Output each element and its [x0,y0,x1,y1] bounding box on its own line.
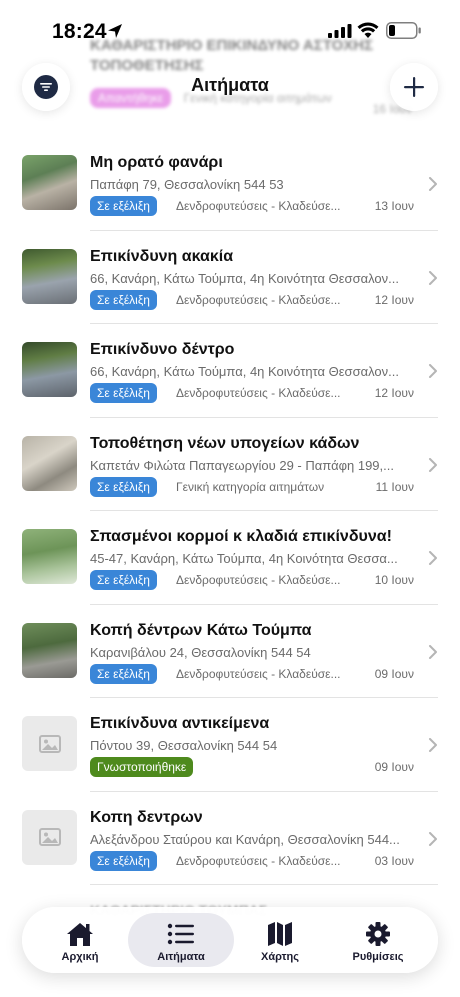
battery-icon [386,22,421,39]
request-row[interactable]: Τοποθέτηση νέων υπογείων κάδων Καπετάν Φι… [0,418,460,512]
image-placeholder-icon [22,809,77,865]
home-icon [67,923,93,946]
chevron-right-icon [429,551,437,565]
request-category: Δενδροφυτεύσεις - Κλαδεύσε... [176,573,341,587]
request-title: Επικίνδυνο δέντρο [90,341,235,358]
request-row[interactable]: Κοπή δέντρων Κάτω Τούμπα Καρανιβάλου 24, … [0,605,460,699]
status-badge: Σε εξέλιξη [90,289,157,310]
gear-icon [366,922,390,946]
list-icon [167,923,194,945]
request-date: 09 Ιουν [374,666,414,681]
request-date: 03 Ιουν [374,853,414,868]
tab-requests[interactable]: Αιτήματα [128,913,234,967]
request-thumbnail [22,622,77,678]
chevron-right-icon [429,177,437,191]
request-date: 11 Ιουν [375,479,414,494]
request-row[interactable]: Επικίνδυνη ακακία 66, Κανάρη, Κάτω Τούμπα… [0,231,460,325]
status-badge: Σε εξέλιξη [90,850,157,871]
request-address: Παπάφη 79, Θεσσαλονίκη 544 53 [90,177,284,192]
request-thumbnail [22,435,77,491]
request-category: Γενική κατηγορία αιτημάτων [176,479,325,494]
chevron-right-icon [429,364,437,378]
tab-settings[interactable]: Ρυθμίσεις [328,913,428,967]
chevron-right-icon [429,457,437,472]
request-category: Δενδροφυτεύσεις - Κλαδεύσε... [176,853,341,868]
request-row[interactable]: Επικίνδυνο δέντρο 66, Κανάρη, Κάτω Τούμπα… [0,324,460,418]
request-title: Κοπή δέντρων Κάτω Τούμπα [90,621,312,639]
request-address: Καρανιβάλου 24, Θεσσαλονίκη 544 54 [90,644,311,660]
location-arrow-icon [108,24,122,38]
request-address: 45-47, Κανάρη, Κάτω Τούμπα, 4η Κοινότητα… [90,551,398,566]
chevron-right-icon [429,644,437,659]
request-thumbnail [22,342,77,397]
request-date: 09 Ιουν [374,760,414,774]
request-date: 10 Ιουν [374,573,414,587]
request-row[interactable]: Μη ορατό φανάρι Παπάφη 79, Θεσσαλονίκη 54… [0,137,460,231]
tab-requests-label: Αιτήματα [157,951,205,963]
chevron-right-icon [429,831,437,846]
status-badge: Σε εξέλιξη [90,196,157,216]
top-bar: Αιτήματα [0,60,460,116]
request-date: 12 Ιουν [374,292,414,307]
request-row[interactable]: Σπασμένοι κορμοί κ κλαδιά επικίνδυνα! 45-… [0,511,460,605]
requests-list: Μη ορατό φανάρι Παπάφη 79, Θεσσαλονίκη 54… [0,137,460,885]
request-address: Πόντου 39, Θεσσαλονίκη 544 54 [90,738,278,753]
tab-settings-label: Ρυθμίσεις [352,951,404,963]
request-date: 12 Ιουν [374,386,414,400]
request-thumbnail [22,529,77,584]
tab-map-label: Χάρτης [261,951,299,963]
request-title: Σπασμένοι κορμοί κ κλαδιά επικίνδυνα! [90,528,392,545]
request-category: Δενδροφυτεύσεις - Κλαδεύσε... [176,666,341,681]
tab-map[interactable]: Χάρτης [230,913,330,967]
status-badge: Σε εξέλιξη [90,383,157,403]
request-thumbnail [22,248,77,304]
status-time: 18:24 [52,20,107,43]
tab-home-label: Αρχική [61,951,99,963]
add-request-button[interactable] [390,63,438,111]
request-row[interactable]: Κοπη δεντρων Αλεξάνδρου Σταύρου και Κανάρ… [0,792,460,886]
request-title: Επικίνδυνη ακακία [90,247,234,265]
chevron-right-icon [429,270,437,285]
request-date: 13 Ιουν [374,199,414,213]
status-badge: Γνωστοποιήθηκε [90,757,194,777]
chevron-right-icon [429,738,437,752]
request-title: Επικίνδυνα αντικείμενα [90,715,270,732]
status-badge: Σε εξέλιξη [90,663,157,684]
tab-home[interactable]: Αρχική [30,913,130,967]
plus-icon [404,77,424,97]
cellular-signal-icon [328,24,352,38]
request-address: Αλεξάνδρου Σταύρου και Κανάρη, Θεσσαλονί… [90,831,400,847]
request-address: 66, Κανάρη, Κάτω Τούμπα, 4η Κοινότητα Θε… [90,364,399,379]
image-placeholder-icon [22,716,77,771]
map-icon [268,922,292,946]
request-title: Τοποθέτηση νέων υπογείων κάδων [90,434,360,452]
request-address: Καπετάν Φιλώτα Παπαγεωργίου 29 - Παπάφη … [90,457,394,473]
request-address: 66, Κανάρη, Κάτω Τούμπα, 4η Κοινότητα Θε… [90,270,399,286]
request-category: Δενδροφυτεύσεις - Κλαδεύσε... [176,199,341,213]
status-badge: Σε εξέλιξη [90,476,157,497]
request-title: Κοπη δεντρων [90,808,203,826]
request-title: Μη ορατό φανάρι [90,154,223,171]
request-category: Δενδροφυτεύσεις - Κλαδεύσε... [176,386,341,400]
status-bar: 18:24 [0,0,460,60]
bottom-tab-bar: Αρχική Αιτήματα Χάρτης Ρυθμίσεις [22,907,438,973]
request-row[interactable]: Επικίνδυνα αντικείμενα Πόντου 39, Θεσσαλο… [0,698,460,792]
status-badge: Σε εξέλιξη [90,570,157,590]
request-thumbnail [22,155,77,210]
request-category: Δενδροφυτεύσεις - Κλαδεύσε... [176,292,341,307]
wifi-icon [357,22,379,38]
